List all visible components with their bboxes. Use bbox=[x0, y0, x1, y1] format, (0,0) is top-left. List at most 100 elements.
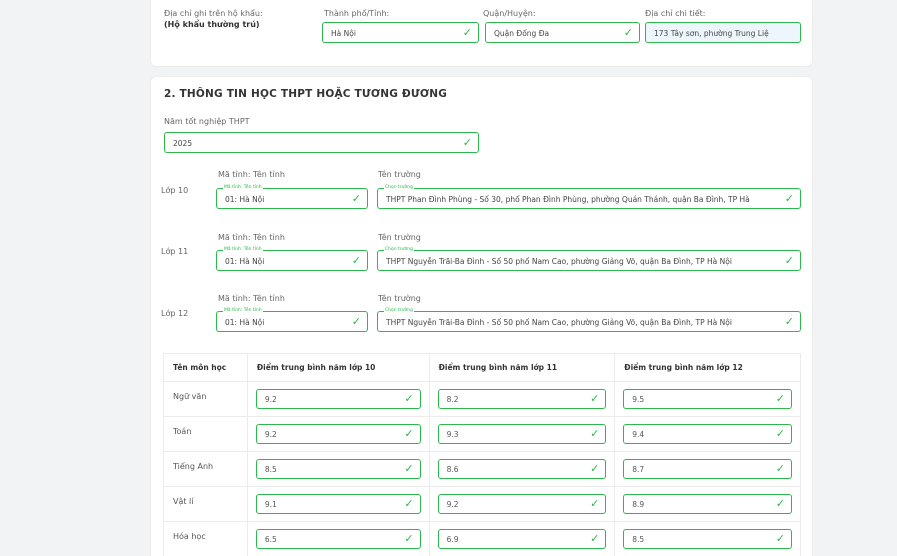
check-icon: ✓ bbox=[351, 315, 361, 328]
grade-value: 9.5 bbox=[632, 395, 645, 404]
detail-label: Địa chỉ chi tiết: bbox=[645, 9, 706, 18]
grade-input[interactable]: 9.3 ✓ bbox=[437, 424, 607, 444]
header-grade11: Điểm trung bình năm lớp 11 bbox=[428, 353, 616, 382]
check-icon: ✓ bbox=[784, 254, 794, 267]
grades-header-row: Tên môn học Điểm trung bình năm lớp 10 Đ… bbox=[163, 353, 801, 382]
grades-table: Tên môn học Điểm trung bình năm lớp 10 Đ… bbox=[163, 353, 801, 556]
subject-name: Tiếng Anh bbox=[163, 451, 248, 487]
check-icon: ✓ bbox=[404, 392, 414, 405]
check-icon: ✓ bbox=[775, 462, 785, 475]
province-header: Mã tỉnh: Tên tỉnh bbox=[218, 233, 285, 242]
subject-name: Hóa học bbox=[163, 521, 248, 556]
check-icon: ✓ bbox=[351, 254, 361, 267]
grade-value: 9.2 bbox=[264, 430, 277, 439]
school-select-grade11[interactable]: Chọn trường THPT Nguyễn Trãi-Ba Đình - S… bbox=[377, 247, 801, 271]
school-value: THPT Nguyễn Trãi-Ba Đình - Số 50 phố Nam… bbox=[386, 257, 732, 266]
detail-address-input[interactable]: 173 Tây sơn, phường Trung Liệ bbox=[645, 22, 801, 43]
school-header: Tên trường bbox=[378, 170, 421, 179]
province-legend: Mã tỉnh: Tên tỉnh bbox=[223, 308, 263, 314]
province-select-grade12[interactable]: Mã tỉnh: Tên tỉnh 01: Hà Nội ✓ bbox=[216, 308, 368, 332]
grade-input[interactable]: 6.5 ✓ bbox=[255, 529, 421, 549]
grade-value: 8.5 bbox=[632, 535, 645, 544]
subject-name: Toán bbox=[163, 416, 248, 452]
check-icon: ✓ bbox=[775, 497, 785, 510]
school-header: Tên trường bbox=[378, 233, 421, 242]
province-select-grade10[interactable]: Mã tỉnh: Tên tỉnh 01: Hà Nội ✓ bbox=[216, 185, 368, 209]
table-row: Toán 9.2 ✓ 9.3 ✓ 9.4 ✓ bbox=[163, 416, 801, 452]
province-value: 01: Hà Nội bbox=[225, 318, 265, 327]
row-label-grade11: Lớp 11 bbox=[161, 247, 189, 256]
school-select-grade12[interactable]: Chọn trường THPT Nguyễn Trãi-Ba Đình - S… bbox=[377, 308, 801, 332]
school-value: THPT Phan Đình Phùng - Số 30, phố Phan Đ… bbox=[386, 195, 750, 204]
address-label: Địa chỉ ghi trên hộ khẩu: bbox=[164, 9, 263, 18]
check-icon: ✓ bbox=[623, 26, 633, 39]
row-label-grade12: Lớp 12 bbox=[161, 309, 189, 318]
grade-input[interactable]: 8.2 ✓ bbox=[437, 389, 607, 409]
check-icon: ✓ bbox=[404, 462, 414, 475]
school-header: Tên trường bbox=[378, 294, 421, 303]
province-select-grade11[interactable]: Mã tỉnh: Tên tỉnh 01: Hà Nội ✓ bbox=[216, 247, 368, 271]
grade-input[interactable]: 9.4 ✓ bbox=[623, 424, 792, 444]
grade-input[interactable]: 6.9 ✓ bbox=[437, 529, 607, 549]
grad-year-value: 2025 bbox=[173, 139, 193, 148]
province-value: 01: Hà Nội bbox=[225, 195, 265, 204]
province-header: Mã tỉnh: Tên tỉnh bbox=[218, 170, 285, 179]
check-icon: ✓ bbox=[462, 26, 472, 39]
detail-value: 173 Tây sơn, phường Trung Liệ bbox=[654, 29, 769, 38]
district-select[interactable]: Quận Đống Đa ✓ bbox=[485, 22, 640, 43]
table-row: Vật lí 9.1 ✓ 9.2 ✓ 8.9 ✓ bbox=[163, 486, 801, 522]
grade-input[interactable]: 8.5 ✓ bbox=[623, 529, 792, 549]
address-sublabel: (Hộ khẩu thường trú) bbox=[164, 20, 260, 29]
grad-year-select[interactable]: 2025 ✓ bbox=[164, 132, 479, 153]
subject-name: Vật lí bbox=[163, 486, 248, 522]
grade-input[interactable]: 9.2 ✓ bbox=[437, 494, 607, 514]
check-icon: ✓ bbox=[590, 497, 600, 510]
grade-value: 9.3 bbox=[446, 430, 459, 439]
grade-value: 9.2 bbox=[264, 395, 277, 404]
grade-value: 8.5 bbox=[264, 465, 277, 474]
address-card: Địa chỉ ghi trên hộ khẩu: (Hộ khẩu thườn… bbox=[150, 0, 813, 67]
grade-input[interactable]: 8.6 ✓ bbox=[437, 459, 607, 479]
check-icon: ✓ bbox=[590, 427, 600, 440]
school-select-grade10[interactable]: Chọn trường THPT Phan Đình Phùng - Số 30… bbox=[377, 185, 801, 209]
check-icon: ✓ bbox=[351, 192, 361, 205]
grade-value: 6.5 bbox=[264, 535, 277, 544]
grade-input[interactable]: 8.7 ✓ bbox=[623, 459, 792, 479]
city-select[interactable]: Hà Nội ✓ bbox=[322, 22, 479, 43]
table-row: Tiếng Anh 8.5 ✓ 8.6 ✓ 8.7 ✓ bbox=[163, 451, 801, 487]
province-header: Mã tỉnh: Tên tỉnh bbox=[218, 294, 285, 303]
school-value: THPT Nguyễn Trãi-Ba Đình - Số 50 phố Nam… bbox=[386, 318, 732, 327]
check-icon: ✓ bbox=[784, 192, 794, 205]
grade-value: 6.9 bbox=[446, 535, 459, 544]
school-legend: Chọn trường bbox=[384, 308, 414, 314]
check-icon: ✓ bbox=[404, 427, 414, 440]
header-grade12: Điểm trung bình năm lớp 12 bbox=[614, 353, 801, 382]
check-icon: ✓ bbox=[775, 427, 785, 440]
grade-input[interactable]: 9.2 ✓ bbox=[255, 389, 421, 409]
row-label-grade10: Lớp 10 bbox=[161, 186, 189, 195]
grade-input[interactable]: 9.5 ✓ bbox=[623, 389, 792, 409]
grade-input[interactable]: 8.5 ✓ bbox=[255, 459, 421, 479]
school-legend: Chọn trường bbox=[384, 185, 414, 191]
grade-value: 9.1 bbox=[264, 500, 277, 509]
subject-name: Ngữ văn bbox=[163, 381, 248, 417]
check-icon: ✓ bbox=[404, 497, 414, 510]
city-value: Hà Nội bbox=[331, 29, 356, 38]
check-icon: ✓ bbox=[590, 462, 600, 475]
check-icon: ✓ bbox=[775, 392, 785, 405]
check-icon: ✓ bbox=[590, 532, 600, 545]
section-title: 2. THÔNG TIN HỌC THPT HOẶC TƯƠNG ĐƯƠNG bbox=[164, 88, 448, 100]
header-grade10: Điểm trung bình năm lớp 10 bbox=[246, 353, 430, 382]
grade-value: 9.2 bbox=[446, 500, 459, 509]
grade-input[interactable]: 9.2 ✓ bbox=[255, 424, 421, 444]
province-legend: Mã tỉnh: Tên tỉnh bbox=[223, 185, 263, 191]
district-value: Quận Đống Đa bbox=[494, 29, 550, 38]
grade-input[interactable]: 8.9 ✓ bbox=[623, 494, 792, 514]
grade-input[interactable]: 9.1 ✓ bbox=[255, 494, 421, 514]
grade-value: 8.2 bbox=[446, 395, 459, 404]
province-legend: Mã tỉnh: Tên tỉnh bbox=[223, 247, 263, 253]
check-icon: ✓ bbox=[784, 315, 794, 328]
check-icon: ✓ bbox=[775, 532, 785, 545]
table-row: Hóa học 6.5 ✓ 6.9 ✓ 8.5 ✓ bbox=[163, 521, 801, 556]
check-icon: ✓ bbox=[462, 136, 472, 149]
